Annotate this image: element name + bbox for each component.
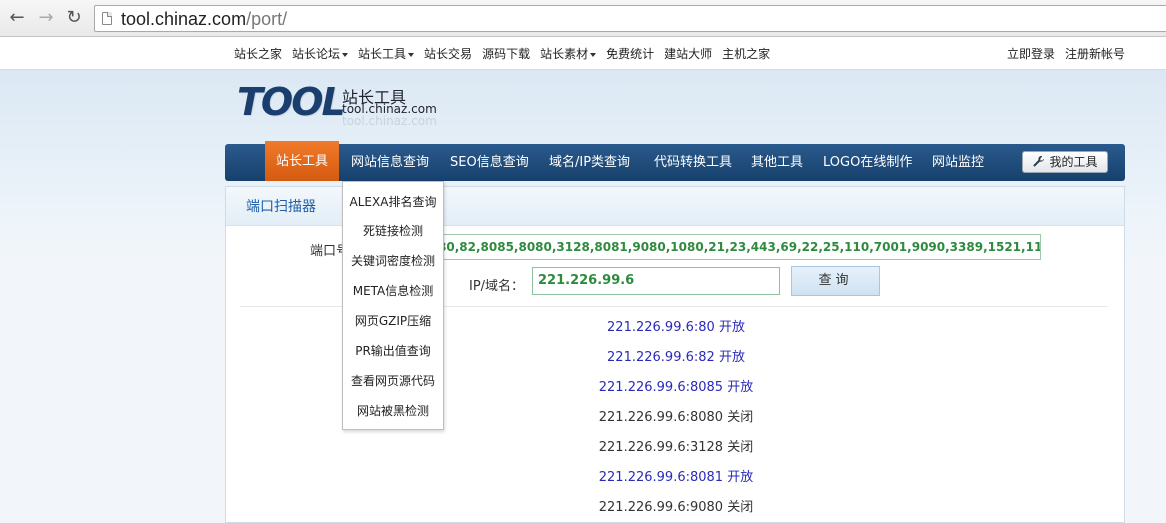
site-links: 站长之家 站长论坛 站长工具 站长交易 源码下载 站长素材 免费统计 建站大师 主机之家: [234, 37, 780, 70]
dropdown-item[interactable]: 网站被黑检测: [343, 392, 443, 422]
ip-domain-input[interactable]: 221.226.99.6: [532, 267, 780, 295]
wrench-icon: [1033, 155, 1045, 167]
nav-item[interactable]: 域名/IP类查询: [549, 144, 630, 181]
result-status: 关闭: [727, 440, 754, 455]
site-link-label: 站长论坛: [292, 47, 341, 61]
result-status: 开放: [727, 380, 754, 395]
site-link[interactable]: 源码下载: [482, 45, 530, 62]
register-link[interactable]: 注册新帐号: [1065, 45, 1125, 62]
result-address: 221.226.99.6:80: [607, 320, 715, 335]
site-link-label: 站长交易: [424, 47, 473, 61]
result-row: 221.226.99.6:3128 关闭: [226, 433, 1126, 463]
caret-down-icon: [590, 52, 597, 57]
browser-toolbar: ← → ↻ tool.chinaz.com/port/: [0, 0, 1166, 37]
site-link-label: 免费统计: [606, 47, 655, 61]
site-link-label: 站长之家: [234, 47, 283, 61]
result-row: 221.226.99.6:9080 关闭: [226, 493, 1126, 523]
nav-item[interactable]: 代码转换工具: [654, 144, 732, 181]
site-link[interactable]: 建站大师: [664, 45, 712, 62]
result-address: 221.226.99.6:8085: [598, 380, 724, 395]
result-address: 221.226.99.6:3128: [598, 440, 724, 455]
url-host: tool.chinaz.com: [121, 9, 247, 29]
dropdown-item[interactable]: 关键词密度检测: [343, 242, 443, 272]
forward-arrow-icon[interactable]: →: [34, 6, 58, 30]
result-address: 221.226.99.6:9080: [598, 500, 724, 515]
nav-item[interactable]: 网站监控: [932, 144, 984, 181]
nav-item[interactable]: SEO信息查询: [450, 144, 529, 181]
result-status: 开放: [718, 320, 745, 335]
my-tools-label: 我的工具: [1049, 155, 1098, 169]
ip-label: IP/域名：: [469, 279, 525, 294]
site-link-label: 建站大师: [664, 47, 713, 61]
tools-dropdown-menu: ALEXA排名查询 死链接检测 关键词密度检测 META信息检测 网页GZIP压缩 PR输…: [342, 181, 444, 430]
url-text: tool.chinaz.com/port/: [121, 8, 287, 30]
nav-item[interactable]: 站长工具: [265, 141, 340, 181]
site-link-label: 源码下载: [482, 47, 531, 61]
site-logo[interactable]: TOOL 站长工具 tool.chinaz.com tool.chinaz.co…: [237, 80, 437, 128]
nav-item[interactable]: 其他工具: [751, 144, 803, 181]
site-link-label: 主机之家: [722, 47, 771, 61]
result-status: 开放: [727, 470, 754, 485]
site-link-label: 站长素材: [540, 47, 589, 61]
caret-down-icon: [342, 52, 349, 57]
logo-mark: TOOL: [237, 80, 346, 124]
login-link[interactable]: 立即登录: [1007, 45, 1055, 62]
site-link[interactable]: 主机之家: [722, 45, 770, 62]
dropdown-item[interactable]: PR输出值查询: [343, 332, 443, 362]
account-links: 立即登录 注册新帐号: [997, 37, 1125, 70]
dropdown-item[interactable]: ALEXA排名查询: [343, 182, 443, 212]
nav-item[interactable]: LOGO在线制作: [823, 144, 912, 181]
site-top-bar: 站长之家 站长论坛 站长工具 站长交易 源码下载 站长素材 免费统计 建站大师 主机之家 立即登…: [0, 37, 1166, 70]
site-link[interactable]: 站长素材: [540, 45, 597, 62]
site-link[interactable]: 免费统计: [606, 45, 654, 62]
page-icon: [102, 12, 112, 25]
result-address: 221.226.99.6:8080: [598, 410, 724, 425]
site-link[interactable]: 站长论坛: [292, 45, 349, 62]
back-arrow-icon[interactable]: ←: [5, 6, 29, 30]
site-link[interactable]: 站长工具: [358, 45, 415, 62]
ports-input[interactable]: 80,82,8085,8080,3128,8081,9080,1080,21,2…: [437, 234, 1041, 260]
result-status: 开放: [718, 350, 745, 365]
site-link[interactable]: 站长之家: [234, 45, 282, 62]
reload-icon[interactable]: ↻: [62, 6, 86, 30]
site-link-label: 站长工具: [358, 47, 407, 61]
dropdown-item[interactable]: 查看网页源代码: [343, 362, 443, 392]
main-nav: 网站监控 LOGO在线制作 其他工具 代码转换工具 域名/IP类查询 SEO信息查询 网站信…: [225, 141, 1125, 181]
my-tools-button[interactable]: 我的工具: [1022, 151, 1108, 173]
result-address: 221.226.99.6:8081: [598, 470, 724, 485]
result-status: 关闭: [727, 500, 754, 515]
dropdown-item[interactable]: META信息检测: [343, 272, 443, 302]
address-bar[interactable]: tool.chinaz.com/port/: [94, 5, 1166, 32]
nav-item[interactable]: 网站信息查询: [351, 144, 429, 181]
result-status: 关闭: [727, 410, 754, 425]
result-row: 221.226.99.6:8081 开放: [226, 463, 1126, 493]
site-link[interactable]: 站长交易: [424, 45, 472, 62]
url-path: /port/: [246, 9, 288, 29]
dropdown-item[interactable]: 死链接检测: [343, 212, 443, 242]
result-address: 221.226.99.6:82: [607, 350, 715, 365]
query-button[interactable]: 查询: [791, 266, 880, 296]
dropdown-item[interactable]: 网页GZIP压缩: [343, 302, 443, 332]
caret-down-icon: [408, 52, 415, 57]
logo-reflection: tool.chinaz.com: [342, 114, 437, 128]
